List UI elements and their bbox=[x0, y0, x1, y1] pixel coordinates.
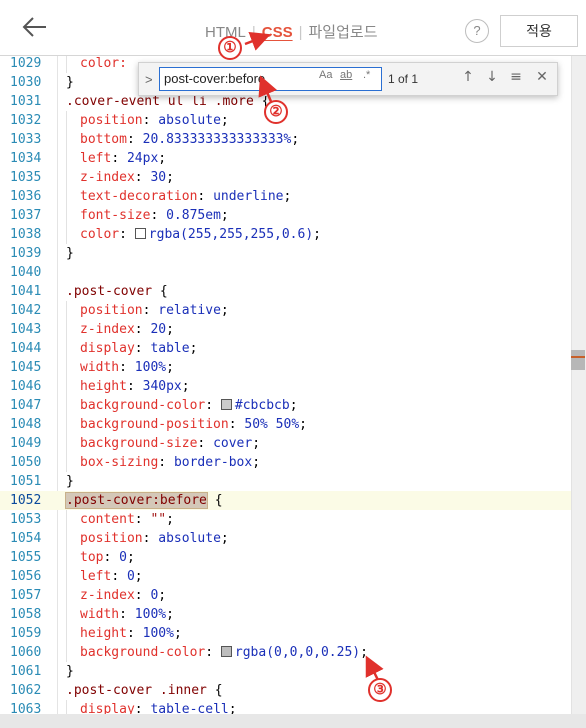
callout-3: ③ bbox=[368, 678, 392, 702]
callout-2: ② bbox=[264, 100, 288, 124]
callout-1: ① bbox=[218, 36, 242, 60]
callout-1-arrow bbox=[244, 31, 271, 51]
callout-3-arrow bbox=[365, 655, 384, 681]
annotation-arrows bbox=[244, 31, 384, 681]
